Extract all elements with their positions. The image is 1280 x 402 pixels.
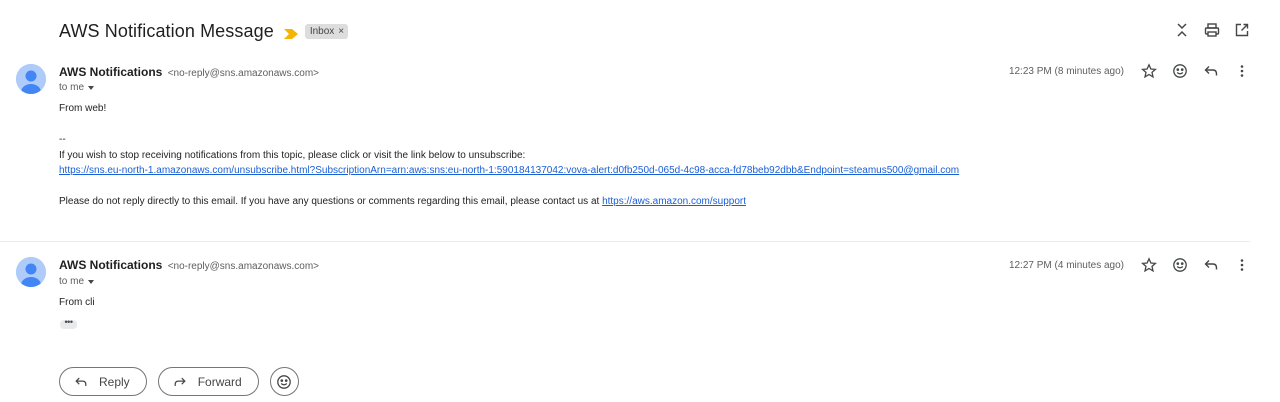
reply-button[interactable]: Reply (59, 367, 147, 396)
contact-text: Please do not reply directly to this ema… (59, 196, 603, 207)
sender-email: <no-reply@sns.amazonaws.com> (167, 68, 320, 79)
forward-icon (174, 377, 186, 386)
message-meta: 12:23 PM (8 minutes ago) (1009, 63, 1250, 79)
recipient-details-toggle[interactable]: to me (59, 82, 95, 93)
unsubscribe-text: If you wish to stop receiving notificati… (59, 149, 526, 161)
message-timestamp: 12:27 PM (4 minutes ago) (1008, 259, 1124, 271)
support-link[interactable]: https://aws.amazon.com/support (602, 196, 746, 207)
recipient-label: to me (59, 276, 85, 287)
recipient-details-toggle[interactable]: to me (59, 276, 95, 287)
thread-toolbar (1174, 22, 1250, 38)
message-meta: 12:27 PM (4 minutes ago) (1009, 257, 1250, 273)
emoji-reaction-button[interactable] (269, 367, 299, 396)
star-icon[interactable] (1141, 63, 1157, 79)
sender-name: AWS Notifications (59, 65, 163, 79)
reply-action-bar: Reply Forward (59, 367, 299, 396)
chevron-down-icon (88, 85, 95, 90)
label-chip-inbox: Inbox × (304, 23, 349, 39)
recipient-label: to me (59, 82, 85, 93)
reply-icon[interactable] (1203, 257, 1219, 273)
more-options-icon[interactable] (1234, 63, 1250, 79)
message-body: From cli (59, 295, 95, 311)
print-icon[interactable] (1204, 22, 1220, 38)
star-icon[interactable] (1141, 257, 1157, 273)
more-options-icon[interactable] (1234, 257, 1250, 273)
body-line: From web! (59, 103, 107, 114)
reply-icon (75, 377, 87, 386)
emoji-reaction-icon[interactable] (1172, 257, 1188, 273)
sender-email: <no-reply@sns.amazonaws.com> (167, 261, 320, 272)
reply-button-label: Reply (99, 374, 130, 389)
expand-collapse-icon[interactable] (1174, 22, 1190, 38)
avatar (16, 257, 46, 287)
emoji-reaction-icon[interactable] (1172, 63, 1188, 79)
email-thread-view: AWS Notification Message Inbox × AWS Not… (0, 0, 1280, 402)
avatar (16, 64, 46, 94)
contact-line: Please do not reply directly to this ema… (59, 194, 959, 210)
thread-subject: AWS Notification Message (59, 20, 274, 41)
sender-line: AWS Notifications <no-reply@sns.amazonaw… (59, 65, 319, 79)
emoji-icon (277, 374, 292, 389)
unsubscribe-link[interactable]: https://sns.eu-north-1.amazonaws.com/uns… (59, 165, 959, 176)
thread-header: AWS Notification Message Inbox × (59, 18, 349, 44)
label-chip-text: Inbox (309, 25, 335, 37)
forward-button-label: Forward (197, 374, 242, 389)
chevron-down-icon (88, 279, 95, 284)
show-trimmed-content-button[interactable]: ••• (60, 318, 77, 329)
importance-marker-icon[interactable] (283, 26, 298, 39)
sender-line: AWS Notifications <no-reply@sns.amazonaw… (59, 258, 319, 272)
forward-button[interactable]: Forward (157, 367, 259, 396)
remove-label-button[interactable]: × (338, 26, 344, 37)
message-timestamp: 12:23 PM (8 minutes ago) (1008, 65, 1124, 77)
signature-separator: -- (59, 134, 66, 145)
reply-icon[interactable] (1203, 63, 1219, 79)
open-in-new-window-icon[interactable] (1234, 22, 1250, 38)
message-body: From web! -- If you wish to stop receivi… (59, 101, 959, 210)
sender-name: AWS Notifications (59, 258, 163, 272)
message-divider (0, 241, 1250, 242)
body-line: From cli (59, 297, 95, 308)
